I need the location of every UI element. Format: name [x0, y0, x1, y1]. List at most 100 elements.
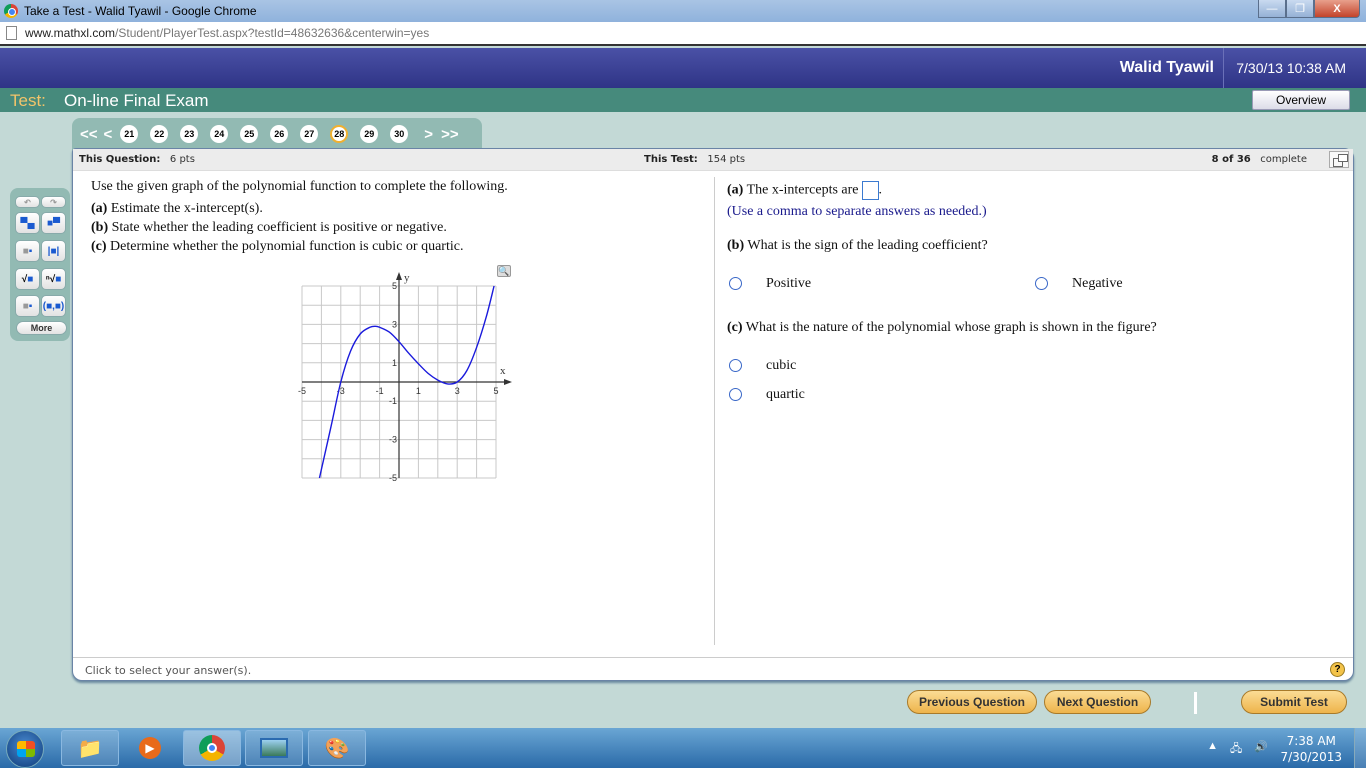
- option-label: Negative: [1072, 276, 1123, 291]
- mixed-number-icon: ■▀: [46, 217, 61, 229]
- app-header: Walid Tyawil 7/30/13 10:38 AM: [0, 48, 1366, 88]
- square-root-button[interactable]: √■: [15, 268, 40, 290]
- next-page-icon[interactable]: >: [424, 126, 433, 143]
- fraction-button[interactable]: ▀▄: [15, 212, 40, 234]
- taskbar-media-player[interactable]: ▶: [121, 730, 179, 766]
- question-info-bar: This Question: 6 pts This Test: 154 pts …: [73, 149, 1353, 171]
- option-positive[interactable]: Positive: [729, 276, 811, 292]
- chrome-icon: [199, 735, 225, 761]
- x-intercepts-input[interactable]: [861, 181, 879, 200]
- question-number-25[interactable]: 25: [240, 125, 259, 143]
- part-a-tag: (a): [727, 182, 744, 198]
- minimize-button[interactable]: —: [1258, 0, 1286, 18]
- x-tick-label: -5: [298, 386, 306, 396]
- subscript-button[interactable]: ■▪: [15, 295, 40, 317]
- option-negative[interactable]: Negative: [1035, 276, 1123, 292]
- option-cubic[interactable]: cubic: [729, 358, 796, 374]
- exponent-icon: ■▪: [22, 245, 33, 257]
- question-text: Use the given graph of the polynomial fu…: [91, 179, 691, 258]
- user-name: Walid Tyawil: [1119, 59, 1214, 76]
- url-path: /Student/PlayerTest.aspx?testId=48632636…: [115, 26, 430, 40]
- prev-page-icon[interactable]: <: [104, 126, 113, 143]
- absolute-value-icon: |■|: [47, 245, 60, 257]
- x-tick-label: 3: [455, 386, 460, 396]
- photo-viewer-icon: [260, 738, 288, 758]
- part-text: Estimate the x-intercept(s).: [110, 201, 263, 216]
- mixed-number-button[interactable]: ■▀: [41, 212, 66, 234]
- y-tick-label: 3: [392, 319, 397, 329]
- status-message: Click to select your answer(s).: [85, 664, 252, 677]
- question-number-30[interactable]: 30: [390, 125, 409, 143]
- radio-quartic[interactable]: [729, 388, 742, 402]
- x-tick-label: 5: [493, 386, 498, 396]
- more-button[interactable]: More: [16, 321, 67, 335]
- part-c-prompt: (c) What is the nature of the polynomial…: [727, 320, 1157, 336]
- question-navigator: << < 21 22 23 24 25 26 27 28 29 30 > >>: [72, 118, 482, 150]
- volume-icon[interactable]: 🔊: [1254, 740, 1268, 759]
- help-icon[interactable]: ?: [1330, 662, 1345, 677]
- question-number-22[interactable]: 22: [150, 125, 169, 143]
- folder-icon: 📁: [77, 737, 103, 760]
- question-part-a: (a) Estimate the x-intercept(s).: [91, 201, 691, 217]
- x-tick-label: -1: [376, 386, 384, 396]
- fraction-icon: ▀▄: [20, 217, 35, 229]
- question-number-21[interactable]: 21: [120, 125, 139, 143]
- submit-test-button[interactable]: Submit Test: [1241, 690, 1347, 714]
- polynomial-graph: xy-5 -3 -1 1 3 5531-1-3-5: [298, 272, 512, 483]
- part-b-text: What is the sign of the leading coeffici…: [747, 238, 988, 253]
- part-tag: (c): [91, 239, 107, 254]
- progress-suffix: complete: [1260, 154, 1307, 165]
- part-tag: (a): [91, 201, 108, 216]
- taskbar-photo-viewer[interactable]: [245, 730, 303, 766]
- question-part-c: (c) Determine whether the polynomial fun…: [91, 239, 691, 255]
- close-button[interactable]: X: [1314, 0, 1360, 18]
- taskbar: 📁 ▶ 🎨 ▲ 🖧 🔊 7:38 AM 7/30/2013: [0, 728, 1366, 768]
- taskbar-chrome[interactable]: [183, 730, 241, 766]
- question-part-b: (b) State whether the leading coefficien…: [91, 220, 691, 236]
- taskbar-explorer[interactable]: 📁: [61, 730, 119, 766]
- absolute-value-button[interactable]: |■|: [41, 240, 66, 262]
- first-page-icon[interactable]: <<: [80, 126, 98, 143]
- question-number-28-current[interactable]: 28: [330, 125, 349, 143]
- last-page-icon[interactable]: >>: [441, 126, 459, 143]
- question-panel: This Question: 6 pts This Test: 154 pts …: [72, 148, 1354, 681]
- radio-negative[interactable]: [1035, 277, 1048, 291]
- question-number-23[interactable]: 23: [180, 125, 199, 143]
- question-number-29[interactable]: 29: [360, 125, 379, 143]
- this-test-label: This Test:: [644, 154, 698, 165]
- option-quartic[interactable]: quartic: [729, 387, 805, 403]
- show-desktop-button[interactable]: [1354, 728, 1366, 768]
- nth-root-button[interactable]: ⁿ√■: [41, 268, 66, 290]
- maximize-button[interactable]: ❐: [1286, 0, 1314, 18]
- system-clock[interactable]: 7:38 AM 7/30/2013: [1280, 733, 1342, 765]
- next-question-button[interactable]: Next Question: [1044, 690, 1151, 714]
- window-title: Take a Test - Walid Tyawil - Google Chro…: [24, 4, 257, 18]
- ordered-pair-button[interactable]: (■,■): [41, 295, 66, 317]
- show-hidden-icons[interactable]: ▲: [1207, 740, 1218, 759]
- radio-cubic[interactable]: [729, 359, 742, 373]
- question-number-27[interactable]: 27: [300, 125, 319, 143]
- address-bar[interactable]: www.mathxl.com/Student/PlayerTest.aspx?t…: [0, 22, 1366, 46]
- question-number-26[interactable]: 26: [270, 125, 289, 143]
- exponent-button[interactable]: ■▪: [15, 240, 40, 262]
- radio-positive[interactable]: [729, 277, 742, 291]
- undo-button[interactable]: ↶: [15, 196, 40, 208]
- url-domain: www.mathxl.com: [25, 26, 116, 40]
- panel-footer: Click to select your answer(s). ?: [73, 657, 1353, 681]
- taskbar-paint[interactable]: 🎨: [308, 730, 366, 766]
- y-tick-label: -1: [389, 396, 397, 406]
- test-bar: Test: On-line Final Exam Overview: [0, 88, 1366, 112]
- overview-button[interactable]: Overview: [1252, 90, 1350, 110]
- part-a-text: The x-intercepts are: [746, 182, 859, 198]
- popout-icon[interactable]: [1329, 151, 1349, 168]
- question-number-24[interactable]: 24: [210, 125, 229, 143]
- clock-date: 7/30/2013: [1280, 750, 1342, 764]
- test-name: On-line Final Exam: [64, 91, 209, 110]
- system-tray: ▲ 🖧 🔊: [1207, 740, 1268, 759]
- start-button[interactable]: [6, 730, 44, 768]
- network-icon[interactable]: 🖧: [1230, 740, 1242, 759]
- previous-question-button[interactable]: Previous Question: [907, 690, 1037, 714]
- redo-button[interactable]: ↷: [41, 196, 66, 208]
- url-text[interactable]: www.mathxl.com/Student/PlayerTest.aspx?t…: [25, 26, 429, 40]
- x-axis-label: x: [500, 365, 506, 377]
